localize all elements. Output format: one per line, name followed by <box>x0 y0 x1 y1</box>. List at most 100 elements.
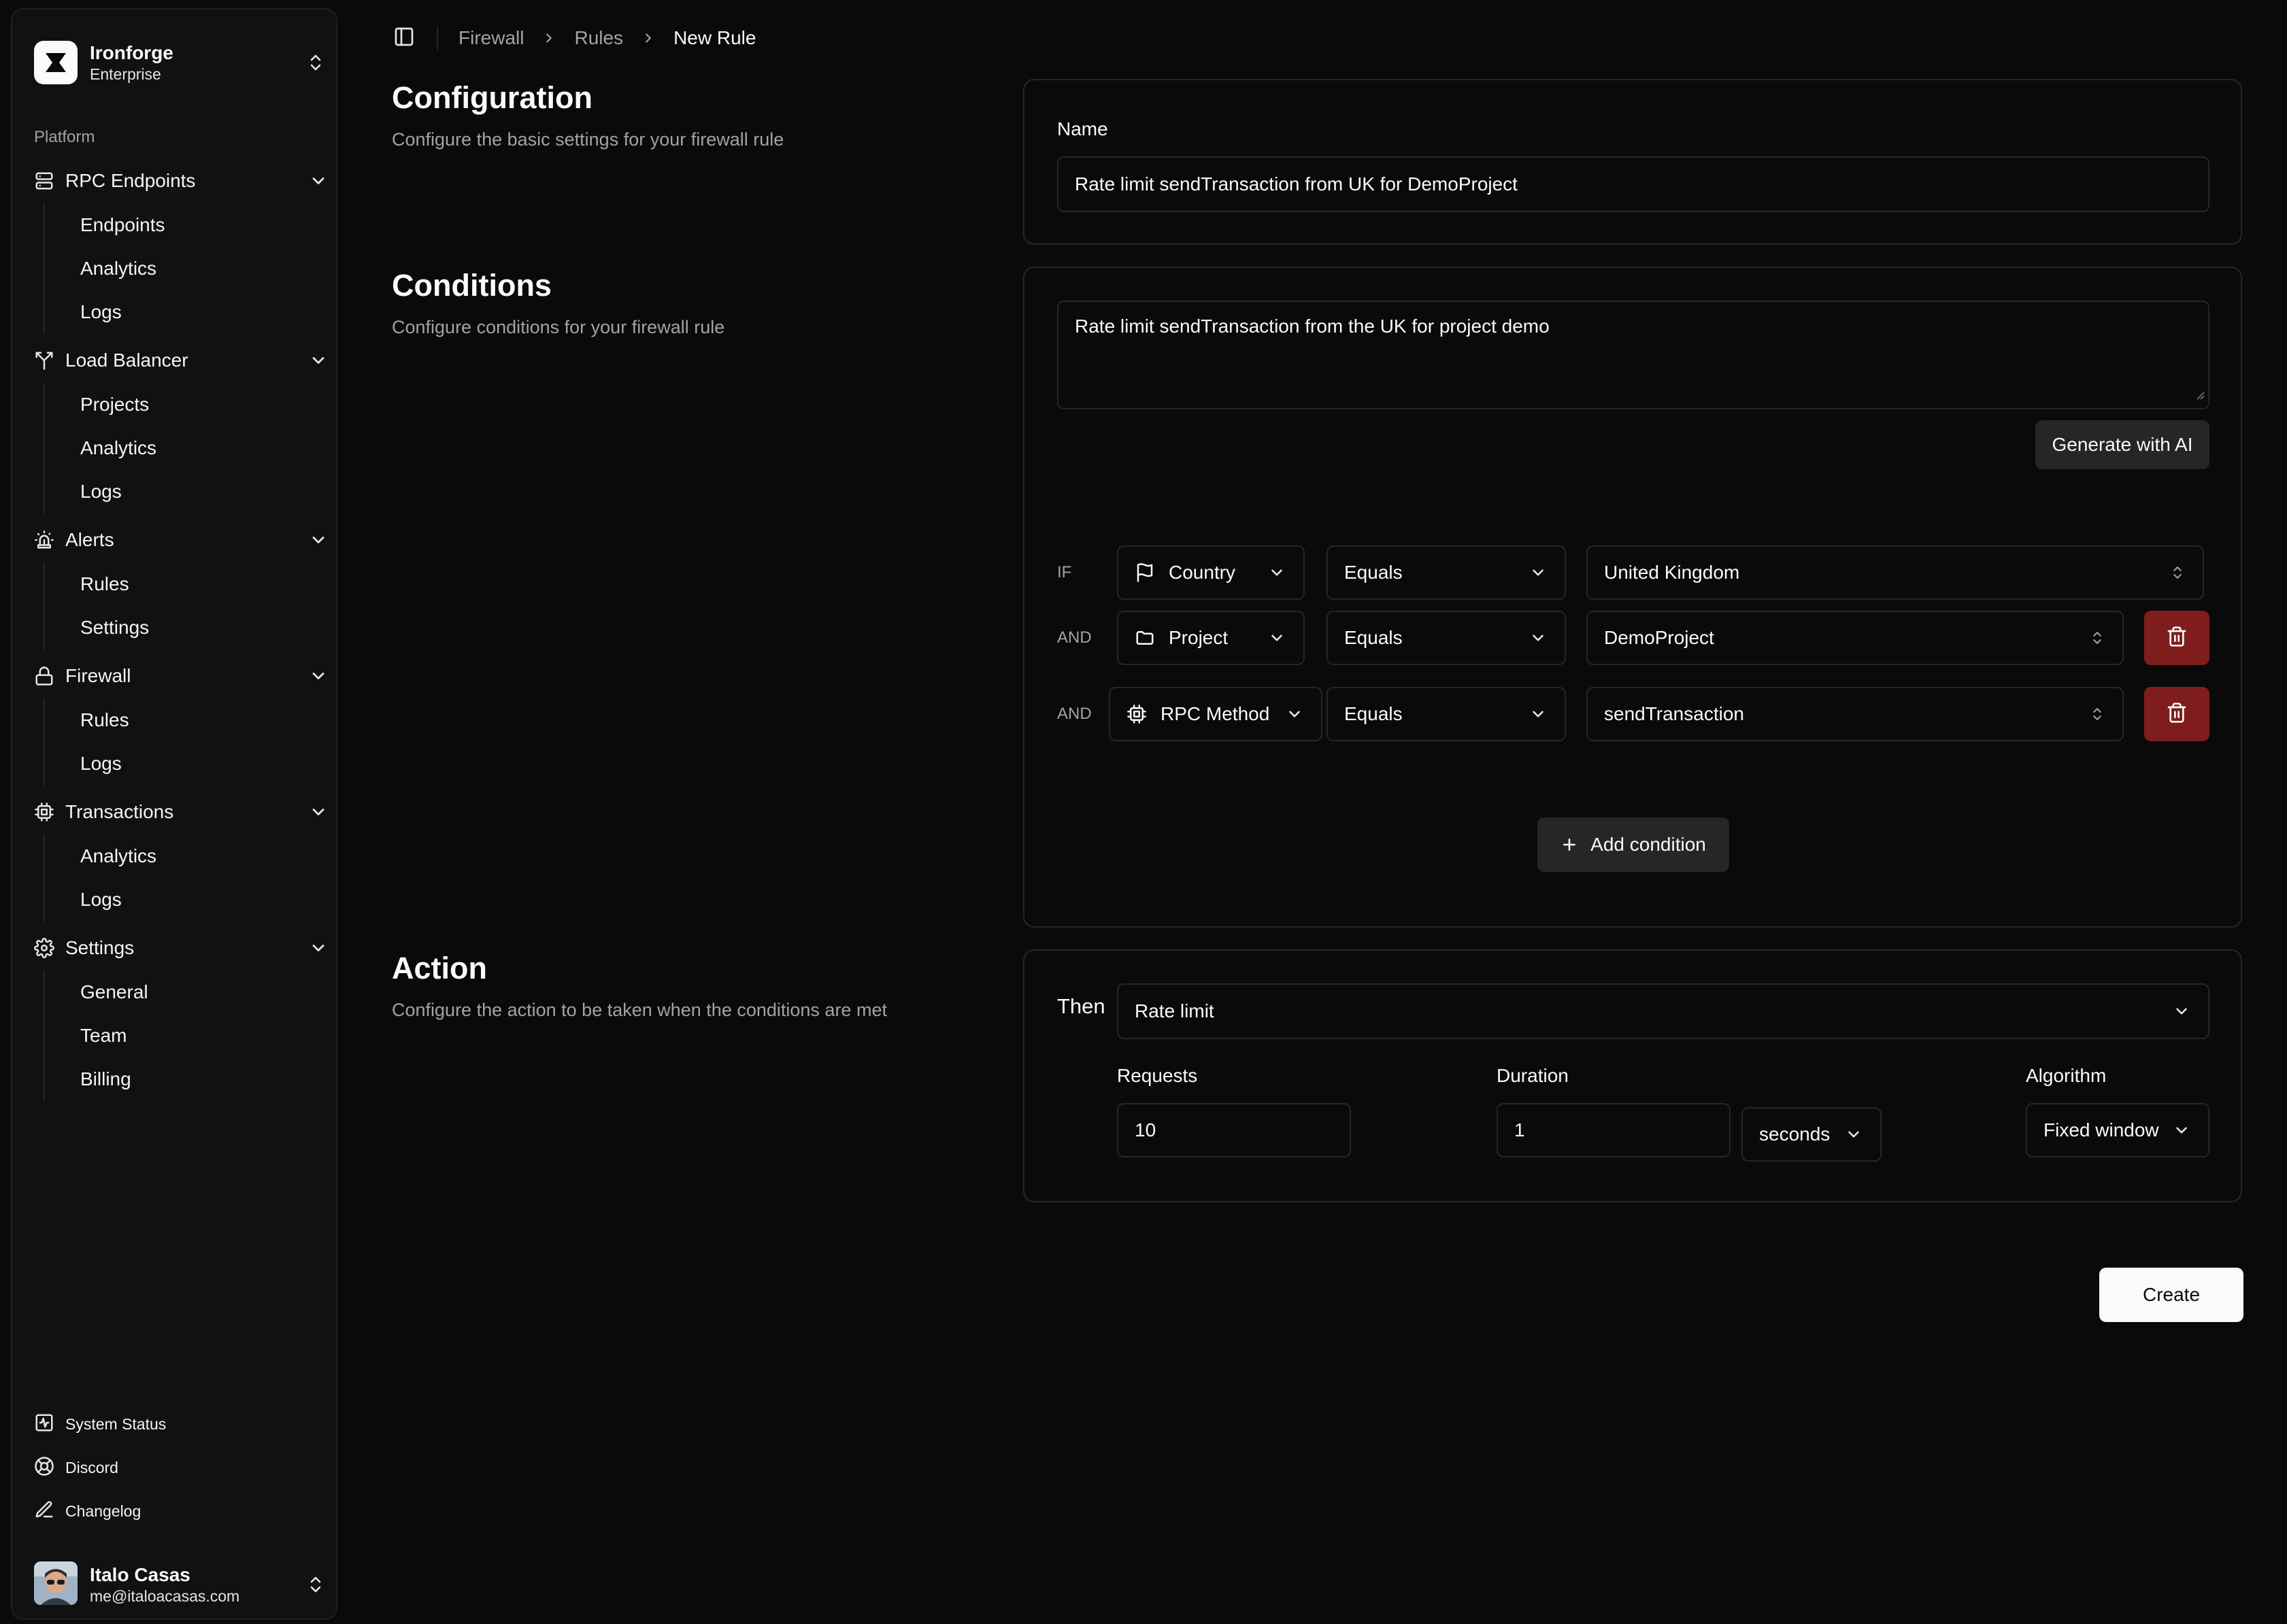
condition-field-value: RPC Method <box>1161 703 1270 724</box>
nav-firewall[interactable]: Firewall <box>34 657 328 695</box>
chevrons-up-down-icon <box>2170 564 2185 581</box>
condition-value-combobox[interactable]: DemoProject <box>1586 611 2124 665</box>
requests-input[interactable]: 10 <box>1117 1103 1351 1157</box>
nav-label: Load Balancer <box>65 350 188 371</box>
chevron-down-icon <box>1268 564 1286 581</box>
chevron-down-icon <box>1286 705 1303 723</box>
footer-label: System Status <box>65 1415 167 1433</box>
trash-icon <box>2166 702 2188 727</box>
condition-operator-select[interactable]: Equals <box>1326 687 1566 741</box>
condition-field-select[interactable]: RPC Method <box>1109 687 1322 741</box>
footer-label: Changelog <box>65 1502 141 1520</box>
delete-condition-button[interactable] <box>2144 611 2209 665</box>
cpu-icon <box>1126 704 1147 724</box>
action-type-value: Rate limit <box>1135 1000 1214 1021</box>
sidebar-item-settings[interactable]: Settings <box>45 606 149 649</box>
nav-transactions[interactable]: Transactions <box>34 793 328 831</box>
duration-unit-select[interactable]: seconds <box>1741 1107 1882 1162</box>
conditions-card: Rate limit sendTransaction from the UK f… <box>1023 267 2242 928</box>
nav-sub-transactions: Analytics Logs <box>44 834 156 921</box>
cpu-icon <box>34 800 57 824</box>
condition-field-value: Country <box>1169 562 1236 583</box>
sidebar-item-logs[interactable]: Logs <box>45 290 165 334</box>
duration-label: Duration <box>1497 1065 1569 1086</box>
chevron-down-icon <box>1529 705 1547 723</box>
condition-operator-select[interactable]: Equals <box>1326 611 1566 665</box>
breadcrumb-firewall[interactable]: Firewall <box>458 27 524 49</box>
condition-keyword: IF <box>1057 563 1072 581</box>
condition-field-select[interactable]: Country <box>1117 545 1305 600</box>
ai-prompt-textarea[interactable]: Rate limit sendTransaction from the UK f… <box>1057 301 2209 409</box>
nav-load-balancer[interactable]: Load Balancer <box>34 341 328 379</box>
group-label-platform: Platform <box>34 128 95 146</box>
nav-label: Alerts <box>65 529 114 550</box>
chevron-down-icon <box>1268 629 1286 647</box>
condition-keyword: AND <box>1057 628 1092 647</box>
sidebar-item-logs[interactable]: Logs <box>45 878 156 921</box>
footer-label: Discord <box>65 1458 118 1476</box>
sidebar-item-analytics[interactable]: Analytics <box>45 247 165 290</box>
lifebuoy-icon <box>34 1456 54 1480</box>
condition-operator-value: Equals <box>1344 627 1403 648</box>
condition-value-combobox[interactable]: sendTransaction <box>1586 687 2124 741</box>
sidebar-item-projects[interactable]: Projects <box>45 383 156 426</box>
siren-icon <box>34 528 57 552</box>
sidebar-item-logs[interactable]: Logs <box>45 470 156 513</box>
chevron-down-icon <box>2173 1002 2190 1020</box>
sidebar-item-analytics[interactable]: Analytics <box>45 426 156 470</box>
action-card: Then Rate limit Requests 10 Duration 1 s… <box>1023 949 2242 1202</box>
nav-alerts[interactable]: Alerts <box>34 521 328 559</box>
then-label: Then <box>1057 994 1105 1018</box>
condition-value-combobox[interactable]: United Kingdom <box>1586 545 2204 600</box>
breadcrumb-rules[interactable]: Rules <box>574 27 623 49</box>
duration-input[interactable]: 1 <box>1497 1103 1731 1157</box>
conditions-title: Conditions <box>392 268 552 303</box>
condition-field-select[interactable]: Project <box>1117 611 1305 665</box>
add-condition-button[interactable]: Add condition <box>1537 817 1729 872</box>
action-type-select[interactable]: Rate limit <box>1117 983 2209 1039</box>
chevron-right-icon <box>641 31 656 46</box>
sidebar-item-billing[interactable]: Billing <box>45 1058 148 1101</box>
brand-plan: Enterprise <box>90 65 161 83</box>
app-root: Ironforge Enterprise Platform RPC Endpoi… <box>0 0 2287 1624</box>
chevron-right-icon <box>541 31 556 46</box>
chevron-down-icon <box>2173 1121 2190 1139</box>
algorithm-label: Algorithm <box>2026 1065 2107 1086</box>
nav-sub-settings: General Team Billing <box>44 970 148 1101</box>
chevrons-up-down-icon <box>306 1574 325 1599</box>
sidebar-item-endpoints[interactable]: Endpoints <box>45 203 165 247</box>
sidebar-item-rules[interactable]: Rules <box>45 562 149 606</box>
sidebar-item-general[interactable]: General <box>45 970 148 1014</box>
user-menu[interactable]: Italo Casas me@italoacasas.com <box>34 1553 328 1608</box>
team-switcher[interactable]: Ironforge Enterprise <box>34 30 328 95</box>
sidebar-item-rules[interactable]: Rules <box>45 698 129 742</box>
resize-handle-icon[interactable] <box>2194 384 2205 405</box>
user-email: me@italoacasas.com <box>90 1587 240 1605</box>
sidebar-item-analytics[interactable]: Analytics <box>45 834 156 878</box>
nav-label: Transactions <box>65 801 174 822</box>
lock-icon <box>34 664 57 688</box>
ai-prompt-text: Rate limit sendTransaction from the UK f… <box>1075 316 1550 337</box>
duration-unit-value: seconds <box>1759 1123 1831 1145</box>
name-input[interactable]: Rate limit sendTransaction from UK for D… <box>1057 156 2209 212</box>
pen-icon <box>34 1500 54 1523</box>
condition-value: United Kingdom <box>1604 562 1740 583</box>
activity-icon <box>34 1412 54 1436</box>
nav-discord[interactable]: Discord <box>34 1451 118 1484</box>
nav-changelog[interactable]: Changelog <box>34 1495 141 1527</box>
nav-rpc-endpoints[interactable]: RPC Endpoints <box>34 162 328 200</box>
action-title: Action <box>392 951 487 985</box>
sidebar-item-logs[interactable]: Logs <box>45 742 129 785</box>
generate-with-ai-button[interactable]: Generate with AI <box>2035 420 2209 469</box>
trash-icon <box>2166 626 2188 651</box>
algorithm-select[interactable]: Fixed window <box>2026 1103 2209 1157</box>
nav-settings[interactable]: Settings <box>34 929 328 967</box>
create-button[interactable]: Create <box>2099 1268 2243 1322</box>
divider <box>437 27 438 50</box>
delete-condition-button[interactable] <box>2144 687 2209 741</box>
nav-system-status[interactable]: System Status <box>34 1408 166 1440</box>
algorithm-value: Fixed window <box>2043 1119 2159 1140</box>
sidebar-toggle-icon[interactable] <box>393 26 415 51</box>
sidebar-item-team[interactable]: Team <box>45 1014 148 1058</box>
condition-operator-select[interactable]: Equals <box>1326 545 1566 600</box>
